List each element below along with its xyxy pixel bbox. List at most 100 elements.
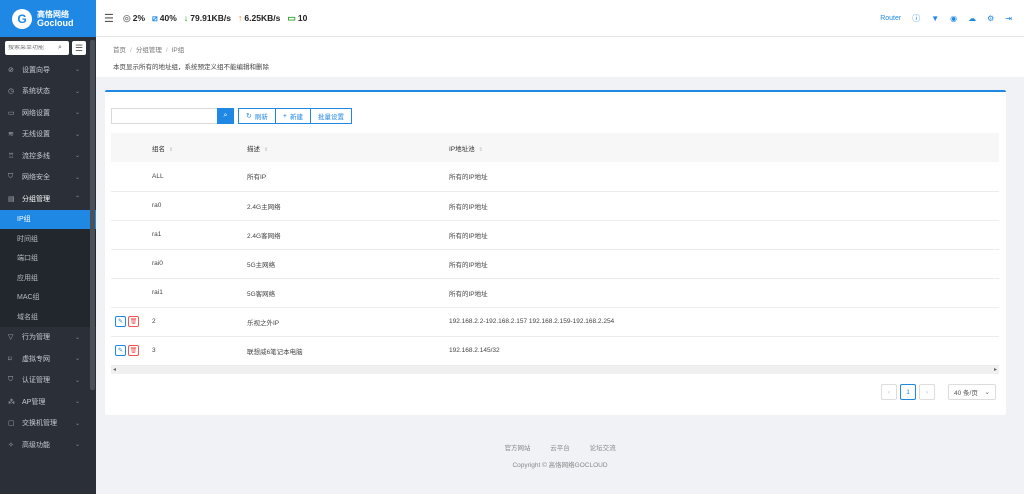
flow-icon: ♖ [8,152,15,160]
scroll-right-icon[interactable]: ▸ [994,366,997,373]
sidebar-item-advanced[interactable]: ✧ 高级功能 ⌄ [0,434,96,456]
sidebar-subitem-ip-group[interactable]: IP组 [0,209,96,229]
sidebar-subitem-mac-group[interactable]: MAC组 [0,288,96,308]
chevron-up-icon: ⌃ [74,196,80,203]
sidebar-item-vpn[interactable]: ⌑ 虚拟专网 ⌄ [0,348,96,370]
cloud-upload-icon[interactable]: ☁ [968,14,976,23]
footer-link-cloud[interactable]: 云平台 [550,445,570,452]
vpn-icon: ⌑ [8,355,12,363]
globe-icon[interactable]: ◉ [950,14,957,23]
chevron-down-icon: ⌄ [74,174,80,181]
toolbar: ⌕ ↻ 刷新 + 新建 批量设置 [111,108,352,124]
sort-icon[interactable]: ⇕ [169,147,173,153]
filter-icon: ▽ [8,334,14,342]
devices-stat: ▭ 10 [287,12,308,24]
chevron-down-icon: ⌄ [74,356,80,363]
sidebar-item-switch-management[interactable]: ▢ 交换机管理 ⌄ [0,413,96,435]
chevron-down-icon: ⌄ [74,334,80,341]
shirt-icon[interactable]: ▼ [931,14,939,23]
sidebar-item-behavior-management[interactable]: ▽ 行为管理 ⌄ [0,327,96,349]
table-row: rai1 5G客网络 所有的IP地址 [111,278,999,308]
new-button[interactable]: + 新建 [274,108,311,124]
sidebar-item-auth-management[interactable]: ⛉ 认证管理 ⌄ [0,370,96,392]
page-number[interactable]: 1 [900,384,916,400]
arrow-up-icon: ↑ [237,13,243,23]
auth-shield-icon: ⛉ [8,376,14,384]
memory-icon: ⧄ [152,12,158,23]
menu-search-input[interactable] [8,45,58,51]
sidebar-subitem-app-group[interactable]: 应用组 [0,268,96,288]
sidebar-item-network-security[interactable]: ⛉ 网络安全 ⌄ [0,167,96,189]
collapse-menu-icon[interactable]: ☰ [104,12,114,25]
logo[interactable]: G 高恪网络 Gocloud [0,0,96,37]
memory-stat: ⧄ 40% [152,12,177,24]
settings-icon[interactable]: ⚙ [987,14,994,23]
page-size-select[interactable]: 40 条/页 ⌄ [948,384,996,400]
chevron-down-icon: ⌄ [74,399,80,406]
logo-en: Gocloud [37,17,74,28]
refresh-button[interactable]: ↻ 刷新 [238,108,276,124]
cpu-stat: ◎ 2% [122,12,146,24]
chevron-down-icon: ⌄ [74,110,80,117]
next-page-button[interactable]: › [919,384,935,400]
sidebar-subitem-time-group[interactable]: 时间组 [0,229,96,249]
edit-icon[interactable]: ✎ [115,316,126,327]
search-icon: ⌕ [223,112,228,119]
sidebar-item-wireless-settings[interactable]: ≋ 无线设置 ⌄ [0,124,96,146]
group-icon: ▤ [8,195,15,203]
breadcrumb-section[interactable]: 分组管理 [136,47,162,54]
menu-list-icon[interactable]: ☰ [72,41,86,55]
page-description: 本页显示所有的地址组，系统预定义组不能编辑和删除 [113,64,269,71]
ap-icon: ⁂ [8,398,15,406]
column-ip-pool[interactable]: IP地址池 ⇕ [449,133,999,162]
search-input[interactable] [111,108,217,124]
wifi-icon: ≋ [8,131,14,139]
sidebar-scrollbar[interactable] [90,40,95,390]
wizard-icon: ⊘ [8,66,14,74]
chevron-down-icon: ⌄ [984,389,990,396]
breadcrumb-home[interactable]: 首页 [113,47,126,54]
gocloud-logo-icon: G [12,8,32,29]
sort-icon[interactable]: ⇕ [479,147,483,153]
sidebar-subitem-domain-group[interactable]: 域名组 [0,307,96,327]
info-icon[interactable]: ⓘ [912,13,920,24]
search-button[interactable]: ⌕ [217,108,234,124]
sidebar-item-ap-management[interactable]: ⁂ AP管理 ⌄ [0,391,96,413]
table-row: ra0 2.4G主网络 所有的IP地址 [111,191,999,221]
batch-settings-button[interactable]: 批量设置 [309,108,352,124]
breadcrumb: 首页 / 分组管理 / IP组 [113,47,185,54]
search-icon[interactable]: ⌕ [58,44,62,52]
table-row: ALL 所有IP 所有的IP地址 [111,162,999,192]
chevron-down-icon: ⌄ [74,131,80,138]
sidebar-subitem-port-group[interactable]: 端口组 [0,249,96,269]
footer-link-forum[interactable]: 论坛交流 [590,445,616,452]
table-row: rai0 5G主网络 所有的IP地址 [111,249,999,279]
sidebar-item-network-settings[interactable]: ▭ 网络设置 ⌄ [0,102,96,124]
scroll-left-icon[interactable]: ◂ [113,366,116,373]
topbar: ☰ ◎ 2% ⧄ 40% ↓ 79.91KB/s ↑ 6.25KB/s ▭ 10 Rout… [96,0,1024,37]
logout-icon[interactable]: ⇥ [1005,14,1012,23]
shield-icon: ⛉ [8,173,14,181]
sort-icon[interactable]: ⇕ [264,147,268,153]
column-desc[interactable]: 描述 ⇕ [247,133,449,162]
plus-icon: + [282,112,287,120]
router-link[interactable]: Router [880,15,901,22]
prev-page-button[interactable]: ‹ [881,384,897,400]
sidebar-item-setup-wizard[interactable]: ⊘ 设置向导 ⌄ [0,59,96,81]
footer-link-official[interactable]: 官方网站 [504,445,530,452]
table-horizontal-scrollbar[interactable]: ◂ ▸ [111,366,999,374]
sidebar: G 高恪网络 Gocloud ⌕ ☰ ⊘设置向导⌄ ◷系统状态⌄ ▭网络设置⌄ … [0,0,96,494]
delete-icon[interactable]: 🗑 [128,345,139,356]
column-name[interactable]: 组名 ⇕ [152,133,247,162]
star-icon: ✧ [8,441,14,449]
clock-icon: ◷ [8,88,15,96]
pagination: ‹ 1 › 40 条/页 ⌄ [881,384,996,400]
table-row: ra1 2.4G客网络 所有的IP地址 [111,220,999,250]
chevron-down-icon: ⌄ [74,442,80,449]
breadcrumb-page: IP组 [171,47,185,54]
sidebar-item-system-status[interactable]: ◷ 系统状态 ⌄ [0,81,96,103]
edit-icon[interactable]: ✎ [115,345,126,356]
delete-icon[interactable]: 🗑 [128,316,139,327]
sidebar-item-group-management[interactable]: ▤ 分组管理 ⌃ [0,188,96,210]
sidebar-item-flow-control[interactable]: ♖ 流控多线 ⌄ [0,145,96,167]
